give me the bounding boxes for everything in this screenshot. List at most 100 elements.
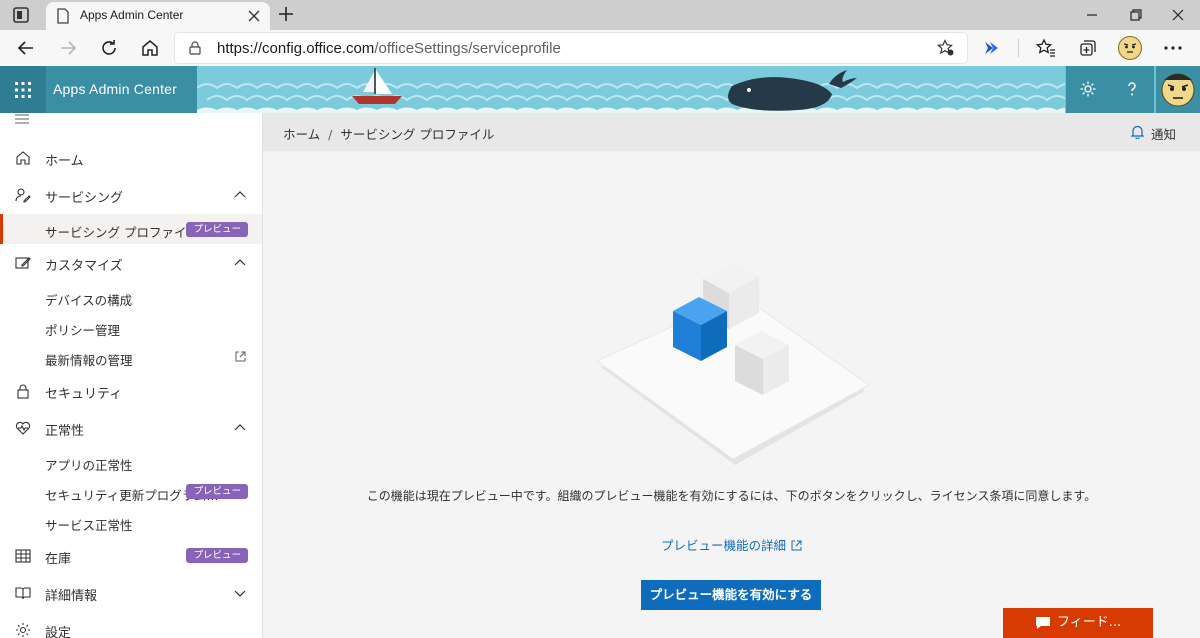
chevron-up-icon: [234, 424, 246, 431]
nav-settings[interactable]: 設定: [0, 613, 262, 638]
chevron-up-icon: [234, 191, 246, 198]
page-icon: [57, 8, 69, 24]
nav-label: カスタマイズ: [45, 259, 123, 274]
external-link-icon: [791, 540, 802, 551]
chevron-down-icon: [234, 590, 246, 597]
lock-icon[interactable]: [189, 41, 201, 55]
nav-whats-new[interactable]: 最新情報の管理: [0, 342, 262, 372]
url-domain: https://config.office.com: [217, 40, 375, 57]
nav-label: 最新情報の管理: [45, 353, 133, 368]
nav-app-health[interactable]: アプリの正常性: [0, 447, 262, 477]
nav-label: デバイスの構成: [45, 293, 133, 308]
add-favorite-icon[interactable]: [937, 39, 955, 57]
lock-icon: [17, 384, 29, 399]
external-link-icon: [235, 351, 246, 362]
notifications-button[interactable]: 通知: [1130, 124, 1176, 143]
browser-tab-bar: Apps Admin Center: [0, 0, 1200, 30]
extension-icon[interactable]: [982, 38, 1002, 58]
nav-security-updates[interactable]: セキュリティ更新プログラム... プレビュー: [0, 477, 262, 507]
enable-preview-button[interactable]: プレビュー機能を有効にする: [641, 580, 821, 610]
app-header: Apps Admin Center: [0, 66, 1200, 113]
chat-icon: [1036, 617, 1050, 629]
app-title-area[interactable]: Apps Admin Center: [46, 66, 197, 113]
nav-servicing-profile[interactable]: サービシング プロファイル プレビュー: [0, 214, 262, 244]
url-text: https://config.office.com/officeSettings…: [217, 40, 561, 57]
app-launcher[interactable]: [0, 66, 46, 113]
nav-servicing[interactable]: サービシング: [0, 178, 262, 212]
nav-inventory[interactable]: 在庫 プレビュー: [0, 539, 262, 573]
settings-button[interactable]: [1066, 66, 1110, 113]
nav-security[interactable]: セキュリティ: [0, 374, 262, 408]
breadcrumb: ホーム / サービシング プロファイル: [283, 124, 494, 143]
nav-health[interactable]: 正常性: [0, 411, 262, 445]
inventory-icon: [15, 549, 31, 563]
browser-profile-avatar[interactable]: [1118, 36, 1142, 60]
app-title: Apps Admin Center: [53, 81, 178, 97]
breadcrumb-home[interactable]: ホーム: [283, 127, 320, 142]
nav-label: サービシング プロファイル: [45, 225, 199, 240]
nav-label: 設定: [45, 626, 72, 638]
preview-badge: プレビュー: [186, 222, 248, 237]
forward-icon[interactable]: [58, 38, 78, 58]
preview-details-link[interactable]: プレビュー機能の詳細: [263, 535, 1200, 554]
collections-icon[interactable]: [1078, 38, 1098, 58]
nav-service-health[interactable]: サービス正常性: [0, 507, 262, 537]
back-icon[interactable]: [16, 38, 36, 58]
header-theme-illustration: [197, 66, 1065, 113]
main-content: この機能は現在プレビュー中です。組織のプレビュー機能を有効にするには、下のボタン…: [263, 151, 1200, 638]
restore-icon[interactable]: [1126, 5, 1146, 25]
tab-actions-icon[interactable]: [12, 6, 30, 24]
preview-badge: プレビュー: [186, 548, 248, 563]
more-icon[interactable]: [1162, 38, 1184, 58]
health-icon: [15, 421, 31, 435]
nav-label: アプリの正常性: [45, 458, 133, 473]
home-icon: [16, 151, 30, 165]
tab-title: Apps Admin Center: [80, 8, 184, 22]
breadcrumb-bar: ホーム / サービシング プロファイル 通知: [263, 113, 1200, 151]
minimize-icon[interactable]: [1082, 5, 1102, 25]
servicing-icon: [15, 188, 31, 203]
nav-label: ポリシー管理: [45, 323, 121, 338]
nav-policy-management[interactable]: ポリシー管理: [0, 312, 262, 342]
preview-details-label: プレビュー機能の詳細: [660, 538, 786, 553]
nav-label: 詳細情報: [45, 589, 98, 604]
face-icon: [1123, 43, 1137, 53]
notifications-label: 通知: [1150, 127, 1176, 142]
url-path: /officeSettings/serviceprofile: [374, 40, 561, 57]
collapse-nav-icon[interactable]: [14, 113, 30, 125]
browser-toolbar: https://config.office.com/officeSettings…: [0, 30, 1200, 66]
settings-icon: [16, 623, 30, 637]
url-input[interactable]: https://config.office.com/officeSettings…: [175, 33, 967, 63]
chevron-up-icon: [234, 259, 246, 266]
bell-icon: [1130, 125, 1144, 139]
preview-feature-illustration: [596, 263, 870, 465]
nav-label: セキュリティ: [45, 387, 123, 402]
nav-device-config[interactable]: デバイスの構成: [0, 282, 262, 312]
help-icon: [1128, 82, 1136, 96]
home-browser-icon[interactable]: [140, 38, 160, 58]
book-icon: [15, 587, 31, 600]
nav-label: 在庫: [45, 552, 72, 567]
customize-icon: [15, 257, 31, 269]
nav-label: サービス正常性: [45, 518, 133, 533]
nav-home[interactable]: ホーム: [0, 141, 262, 175]
nav-customize[interactable]: カスタマイズ: [0, 246, 262, 280]
new-tab-icon[interactable]: [278, 6, 294, 22]
favorites-icon[interactable]: [1036, 38, 1056, 58]
preview-badge: プレビュー: [186, 484, 248, 499]
left-nav: ホーム サービシング サービシング プロファイル プレビュー カスタマイズ デバ…: [0, 113, 263, 638]
close-window-icon[interactable]: [1168, 5, 1188, 25]
avatar[interactable]: [1156, 66, 1200, 113]
help-button[interactable]: [1110, 66, 1154, 113]
nav-label: ホーム: [45, 154, 84, 169]
toolbar-divider: [1018, 39, 1019, 57]
breadcrumb-separator: /: [328, 127, 333, 142]
feedback-label: フィード...: [1057, 615, 1122, 630]
preview-description: この機能は現在プレビュー中です。組織のプレビュー機能を有効にするには、下のボタン…: [366, 489, 1097, 503]
refresh-icon[interactable]: [99, 38, 119, 58]
browser-tab[interactable]: Apps Admin Center: [46, 2, 270, 30]
nav-learn-more[interactable]: 詳細情報: [0, 576, 262, 610]
close-tab-icon[interactable]: [248, 10, 260, 22]
waffle-icon: [15, 82, 31, 98]
feedback-button[interactable]: フィード...: [1003, 608, 1153, 638]
